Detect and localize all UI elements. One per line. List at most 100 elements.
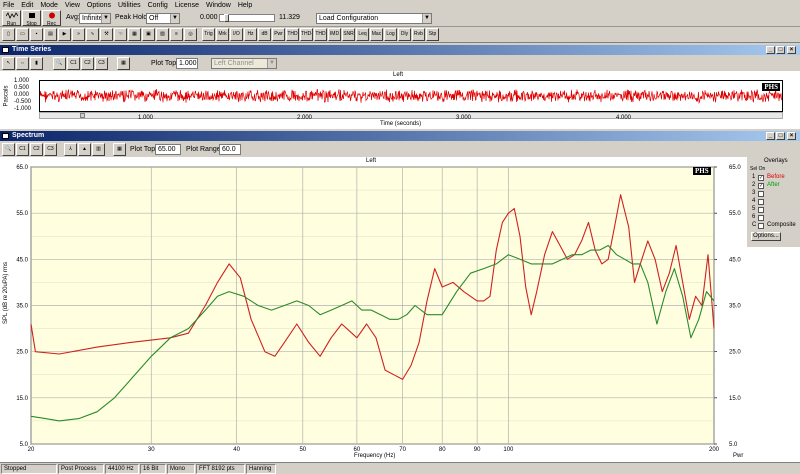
- tool-button-trig[interactable]: Trig: [202, 28, 215, 41]
- wave-icon[interactable]: ∿: [86, 28, 99, 41]
- menu-license[interactable]: License: [175, 2, 199, 9]
- configuration-select[interactable]: Load Configuration ▼: [316, 13, 432, 24]
- maximize-icon[interactable]: □: [776, 132, 785, 140]
- chevron-down-icon: ▼: [101, 14, 110, 23]
- plot-top-input[interactable]: 65.00: [155, 144, 181, 155]
- tool-button-rvb[interactable]: Rvb: [412, 28, 425, 41]
- slider-thumb[interactable]: [224, 14, 229, 22]
- marker-icon[interactable]: ▮: [30, 57, 43, 70]
- overlay-checkbox[interactable]: [758, 191, 764, 197]
- tool-button-leq[interactable]: Leq: [356, 28, 369, 41]
- overlay-label: After: [767, 182, 780, 188]
- overlay-number: 6: [752, 214, 756, 220]
- grid-icon[interactable]: ▦: [128, 28, 141, 41]
- menu-edit[interactable]: Edit: [21, 2, 33, 9]
- status-field: 44100 Hz: [105, 464, 139, 474]
- menu-view[interactable]: View: [65, 2, 80, 9]
- tool-button-thd-n[interactable]: THD+N: [300, 28, 313, 41]
- menu-window[interactable]: Window: [206, 2, 231, 9]
- settings-icon[interactable]: ▦: [117, 57, 130, 70]
- open-icon[interactable]: ▭: [16, 28, 29, 41]
- settings-icon[interactable]: ▦: [113, 143, 126, 156]
- plot-range-input[interactable]: 60.0: [219, 144, 241, 155]
- overlay-checkbox[interactable]: ✓: [758, 175, 764, 181]
- minimize-icon[interactable]: _: [766, 132, 775, 140]
- channel-select[interactable]: Left Channel ▼: [211, 58, 277, 69]
- list-icon[interactable]: ≡: [170, 28, 183, 41]
- tool-button-log[interactable]: Log: [384, 28, 397, 41]
- options-button[interactable]: Options...: [751, 232, 781, 241]
- phs-logo: PHS: [762, 83, 780, 91]
- menu-config[interactable]: Config: [148, 2, 168, 9]
- overlay-checkbox[interactable]: [758, 199, 764, 205]
- close-icon[interactable]: ×: [787, 132, 796, 140]
- y2-tick-label: 55.0: [729, 211, 741, 217]
- plot-top-input[interactable]: 1.000: [176, 58, 198, 69]
- cursor-icon[interactable]: ⇔: [16, 57, 29, 70]
- overlay-checkbox[interactable]: [758, 215, 764, 221]
- cust-3-icon[interactable]: C3: [95, 57, 108, 70]
- forward-icon[interactable]: »: [72, 28, 85, 41]
- menu-help[interactable]: Help: [238, 2, 252, 9]
- tool-button-pwr[interactable]: Pwr: [272, 28, 285, 41]
- tool-button-mac[interactable]: Mac: [370, 28, 383, 41]
- menu-options[interactable]: Options: [87, 2, 111, 9]
- new-icon[interactable]: ▯: [2, 28, 15, 41]
- tool-icon[interactable]: ⚒: [100, 28, 113, 41]
- run-button[interactable]: Run: [2, 10, 21, 27]
- zoom-icon[interactable]: 🔍: [53, 57, 66, 70]
- maximize-icon[interactable]: □: [776, 46, 785, 54]
- avg-select[interactable]: Infinite ▼: [79, 13, 111, 24]
- zoom-icon[interactable]: 🔍: [2, 143, 15, 156]
- peak-hold-select[interactable]: Off ▼: [146, 13, 180, 24]
- tool-button-thd-freq[interactable]: THD Freq: [314, 28, 327, 41]
- play-icon[interactable]: ▶: [58, 28, 71, 41]
- cursor-icon[interactable]: ⅄: [64, 143, 77, 156]
- tool-button-snr[interactable]: SNR: [342, 28, 355, 41]
- tool-button-mrk[interactable]: Mrk: [216, 28, 229, 41]
- cust-2-icon[interactable]: C2: [81, 57, 94, 70]
- tool-button-thd[interactable]: THD: [286, 28, 299, 41]
- stop-button[interactable]: Stop: [22, 10, 41, 27]
- tool-button-db[interactable]: dB: [258, 28, 271, 41]
- save-icon[interactable]: ▪: [30, 28, 43, 41]
- plot-top-label: Plot Top:: [151, 60, 179, 67]
- minimize-icon[interactable]: _: [766, 46, 775, 54]
- overlay-checkbox[interactable]: [758, 207, 764, 213]
- scroll-thumb[interactable]: [80, 113, 85, 118]
- bars-icon[interactable]: ▥: [92, 143, 105, 156]
- menu-utilities[interactable]: Utilities: [118, 2, 141, 9]
- secondary-toolbar: ▯▭▪▤▶»∿⚒☜▦▣▧≡◎ TrigMrkI/OHzdBPwrTHDTHD+NT…: [0, 27, 800, 43]
- menu-file[interactable]: File: [3, 2, 14, 9]
- overlay-checkbox[interactable]: [758, 223, 764, 229]
- y2-tick-label: 25.0: [729, 350, 741, 356]
- tool-button-dly[interactable]: Dly: [398, 28, 411, 41]
- cust-2-icon[interactable]: C2: [30, 143, 43, 156]
- x-tick-label: 40: [233, 447, 240, 453]
- scope-icon[interactable]: ◎: [184, 28, 197, 41]
- chevron-down-icon: ▼: [422, 14, 431, 23]
- position-slider[interactable]: [219, 14, 275, 22]
- print-icon[interactable]: ▤: [44, 28, 57, 41]
- record-button[interactable]: Rec: [42, 10, 61, 27]
- overlay-number: C: [752, 222, 757, 228]
- x-tick-label: 20: [28, 447, 35, 453]
- cust-1-icon[interactable]: C1: [67, 57, 80, 70]
- chevron-down-icon: ▼: [170, 14, 179, 23]
- cust-3-icon[interactable]: C3: [44, 143, 57, 156]
- chart-icon[interactable]: ▧: [156, 28, 169, 41]
- fill-icon[interactable]: ▲: [78, 143, 91, 156]
- pointer-icon[interactable]: ↖: [2, 57, 15, 70]
- close-icon[interactable]: ×: [787, 46, 796, 54]
- x-tick-label: 80: [439, 447, 446, 453]
- tool-button-i-o[interactable]: I/O: [230, 28, 243, 41]
- tool-button-hz[interactable]: Hz: [244, 28, 257, 41]
- tool-button-stp[interactable]: Stp: [426, 28, 439, 41]
- tool-button-imd[interactable]: IMD: [328, 28, 341, 41]
- chevron-down-icon: ▼: [267, 59, 276, 68]
- overlay-checkbox[interactable]: ✓: [758, 183, 764, 189]
- hand-icon[interactable]: ☜: [114, 28, 127, 41]
- meter-icon[interactable]: ▣: [142, 28, 155, 41]
- menu-mode[interactable]: Mode: [40, 2, 58, 9]
- cust-1-icon[interactable]: C1: [16, 143, 29, 156]
